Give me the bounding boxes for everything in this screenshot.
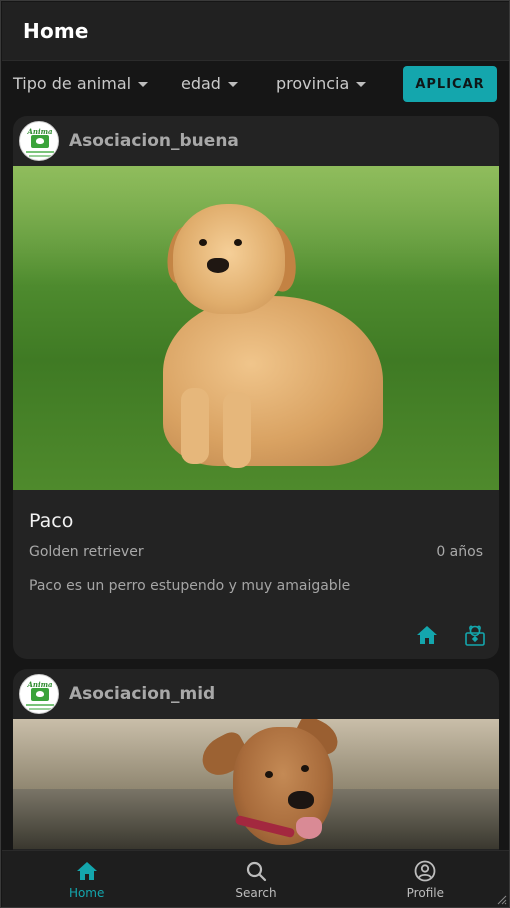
pet-description: Paco es un perro estupendo y muy amaigab… bbox=[29, 578, 351, 594]
logo-line bbox=[26, 704, 54, 706]
app-bar: Home bbox=[2, 2, 509, 61]
logo-line bbox=[29, 155, 51, 157]
pet-breed: Golden retriever bbox=[29, 544, 144, 560]
nav-profile[interactable]: Profile bbox=[341, 851, 509, 907]
pet-age: 0 años bbox=[436, 544, 483, 560]
caret-down-icon bbox=[138, 81, 149, 87]
nav-home-label: Home bbox=[68, 886, 105, 900]
organization-name[interactable]: Asociacion_mid bbox=[69, 684, 215, 704]
age-label: edad bbox=[181, 74, 221, 93]
pet-photo[interactable] bbox=[13, 719, 499, 849]
nav-search-label: Search bbox=[235, 886, 277, 900]
organization-avatar[interactable]: Anima bbox=[19, 674, 59, 714]
search-icon bbox=[246, 861, 267, 882]
pet-name: Paco bbox=[29, 510, 74, 532]
dog-nose bbox=[207, 258, 229, 273]
nav-profile-label: Profile bbox=[406, 886, 444, 900]
home-icon bbox=[76, 862, 97, 880]
pet-card[interactable]: Anima Asociacion_mid bbox=[13, 669, 499, 850]
pet-info-row: Golden retriever 0 años bbox=[29, 544, 483, 560]
nav-search[interactable]: Search bbox=[171, 851, 340, 907]
bottom-navigation: Home Search Profile bbox=[2, 850, 509, 907]
nav-home[interactable]: Home bbox=[2, 851, 171, 907]
dog-leg bbox=[181, 388, 209, 464]
province-dropdown[interactable]: provincia bbox=[276, 74, 367, 93]
age-dropdown[interactable]: edad bbox=[181, 74, 238, 93]
dog-head bbox=[173, 204, 285, 314]
dog-eye bbox=[234, 239, 242, 246]
dog-eye bbox=[301, 765, 309, 772]
filter-bar: Tipo de animal edad provincia APLICAR bbox=[2, 61, 509, 107]
logo-mark bbox=[31, 688, 49, 701]
profile-icon bbox=[414, 860, 436, 882]
animal-type-label: Tipo de animal bbox=[13, 74, 132, 93]
home-icon[interactable] bbox=[415, 623, 439, 647]
logo-line bbox=[26, 151, 54, 153]
card-actions bbox=[415, 623, 487, 647]
card-body: Paco Golden retriever 0 años Paco es un … bbox=[13, 490, 499, 659]
logo-mark bbox=[31, 135, 49, 148]
resize-grip-icon[interactable] bbox=[495, 893, 507, 905]
adopt-pet-icon[interactable] bbox=[463, 623, 487, 647]
dog-tongue bbox=[296, 817, 322, 839]
organization-avatar[interactable]: Anima bbox=[19, 121, 59, 161]
organization-name[interactable]: Asociacion_buena bbox=[69, 131, 239, 151]
dog-leg bbox=[223, 392, 251, 468]
animal-type-dropdown[interactable]: Tipo de animal bbox=[13, 74, 149, 93]
card-header: Anima Asociacion_mid bbox=[13, 669, 499, 719]
logo-line bbox=[29, 708, 51, 710]
pet-card[interactable]: Anima Asociacion_buena Paco Golden retri… bbox=[13, 116, 499, 659]
dog-nose bbox=[288, 791, 314, 809]
apply-button[interactable]: APLICAR bbox=[403, 66, 497, 102]
caret-down-icon bbox=[356, 81, 367, 87]
province-label: provincia bbox=[276, 74, 350, 93]
dog-eye bbox=[265, 771, 273, 778]
page-title: Home bbox=[23, 19, 89, 43]
app-window: Home Tipo de animal edad provincia APLIC… bbox=[0, 0, 510, 908]
caret-down-icon bbox=[227, 81, 238, 87]
card-header: Anima Asociacion_buena bbox=[13, 116, 499, 166]
pet-photo[interactable] bbox=[13, 166, 499, 490]
pet-feed[interactable]: Anima Asociacion_buena Paco Golden retri… bbox=[2, 107, 509, 850]
dog-eye bbox=[199, 239, 207, 246]
